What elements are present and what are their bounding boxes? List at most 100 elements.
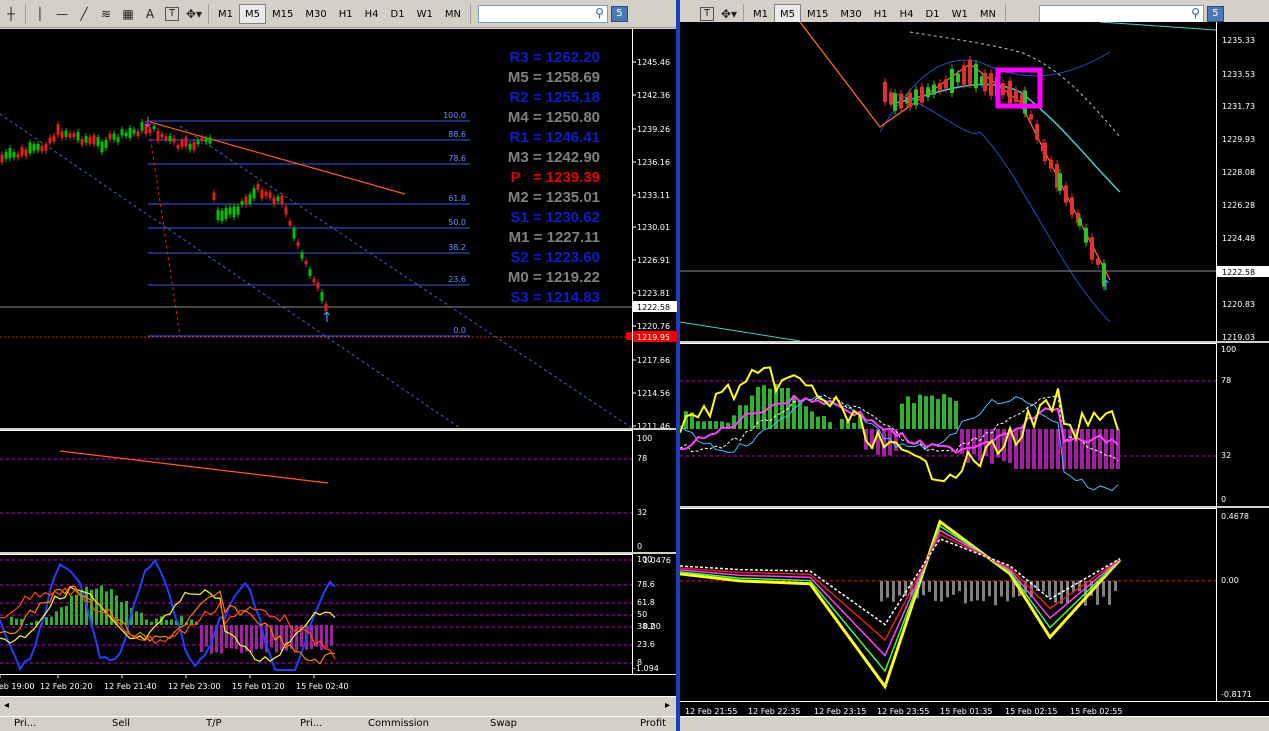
timeframe-m30-button[interactable]: M30 xyxy=(299,4,332,24)
histogram-bar xyxy=(942,394,946,429)
candle-body xyxy=(28,142,32,154)
label-tool-icon[interactable]: T xyxy=(165,6,179,21)
timeframe-mn-button[interactable]: MN xyxy=(439,4,467,24)
osc2-line xyxy=(0,585,336,665)
teal-line xyxy=(680,321,801,341)
osc-tick-label: 32 xyxy=(637,508,647,517)
vertical-line-icon[interactable]: │ xyxy=(29,4,51,24)
arrows-dropdown-icon[interactable]: ✥▾ xyxy=(718,4,740,24)
osc2-series-line xyxy=(680,519,1122,690)
right-oscillator-2[interactable] xyxy=(680,508,1216,701)
candle-body xyxy=(932,84,936,95)
text-tool-icon[interactable]: A xyxy=(139,4,161,24)
candle-body xyxy=(240,201,244,205)
candle-body xyxy=(1023,90,1027,114)
candle-body xyxy=(280,195,284,205)
candle-body xyxy=(1001,83,1005,96)
histogram-bar xyxy=(1066,580,1069,603)
label-tool-icon[interactable]: T xyxy=(700,6,714,21)
timeframe-m5-button[interactable]: M5 xyxy=(774,3,801,24)
histogram-bar xyxy=(750,395,754,429)
candle-body xyxy=(16,153,20,158)
timeframe-h4-button[interactable]: H4 xyxy=(359,4,385,24)
timeframe-d1-button[interactable]: D1 xyxy=(920,4,946,24)
timeframe-w1-button[interactable]: W1 xyxy=(946,4,974,24)
histogram-bar xyxy=(1044,429,1048,469)
candle-body xyxy=(983,72,987,92)
right-oscillator-1[interactable] xyxy=(680,343,1216,506)
osc2-tick-label: 0.00 xyxy=(1221,576,1239,585)
scroll-right-icon[interactable]: ▸ xyxy=(665,700,670,711)
fibonacci-icon[interactable]: ≋ xyxy=(95,4,117,24)
histogram-bar xyxy=(780,388,784,429)
trendline-icon[interactable]: ╱ xyxy=(73,4,95,24)
sell-arrow-icon: ↓ xyxy=(142,115,154,131)
price-tick-label: 1235.33 xyxy=(1222,36,1255,45)
candle-body xyxy=(156,131,160,141)
arrows-dropdown-icon[interactable]: ✥▾ xyxy=(183,4,205,24)
notification-badge[interactable]: 5 xyxy=(610,5,628,22)
time-tick-label: 12 Feb 23:00 xyxy=(168,682,220,691)
timeframe-m15-button[interactable]: M15 xyxy=(266,4,299,24)
candle-body xyxy=(236,206,240,215)
candle-body xyxy=(64,130,68,137)
histogram-bar xyxy=(135,611,138,625)
horizontal-line-icon[interactable]: — xyxy=(51,4,73,24)
histogram-bar xyxy=(934,580,937,601)
candle-body xyxy=(60,131,64,139)
timeframe-h1-button[interactable]: H1 xyxy=(868,4,894,24)
left-price-axis: 1245.46 1242.36 1239.26 1236.16 1233.11 1230.… xyxy=(632,29,677,431)
toolbar-separator xyxy=(208,3,209,24)
candle-body xyxy=(216,209,220,221)
scroll-left-icon[interactable]: ◂ xyxy=(4,700,9,711)
lower-band xyxy=(889,91,1111,323)
timeframe-d1-button[interactable]: D1 xyxy=(385,4,411,24)
left-price-chart[interactable]: 100.0 88.6 78.6 61.8 50.0 38.2 23.6 0.0 ↓ ↑ R3 = … xyxy=(0,29,632,428)
histogram-bar xyxy=(1086,429,1090,469)
right-time-axis: 12 Feb 21:55 12 Feb 22:35 12 Feb 23:15 12 F… xyxy=(680,701,1269,716)
buy-arrow-icon: ↑ xyxy=(1100,278,1112,294)
histogram-bar xyxy=(330,625,333,647)
left-oscillator-2[interactable] xyxy=(0,554,632,674)
time-tick-label: 12 Feb 19:00 xyxy=(0,682,34,691)
left-scrollbar[interactable]: ◂ ▸ xyxy=(0,696,676,716)
timeframe-h4-button[interactable]: H4 xyxy=(894,4,920,24)
histogram-bar xyxy=(1042,580,1045,592)
timeframe-m15-button[interactable]: M15 xyxy=(801,4,834,24)
current-price-label: 1222.58 xyxy=(637,303,670,312)
search-icon: ⚲ xyxy=(1191,5,1200,20)
histogram-bar xyxy=(255,625,258,650)
candle-body xyxy=(908,92,912,108)
timeframe-h1-button[interactable]: H1 xyxy=(333,4,359,24)
pivot-level-label: M5 = 1258.69 xyxy=(507,69,600,86)
crosshair-icon[interactable]: ┼ xyxy=(0,4,22,24)
left-oscillator-1[interactable] xyxy=(0,430,632,552)
pivot-level-label: R2 = 1255.18 xyxy=(509,89,601,106)
buy-arrow-icon: ↑ xyxy=(321,310,333,326)
histogram-bar xyxy=(170,619,173,625)
timeframe-m1-button[interactable]: M1 xyxy=(747,4,774,24)
notification-badge[interactable]: 5 xyxy=(1206,5,1224,22)
candle-body xyxy=(180,140,184,147)
timeframe-mn-button[interactable]: MN xyxy=(974,4,1002,24)
candle-body xyxy=(204,138,208,142)
search-input[interactable]: ⚲ xyxy=(1038,4,1204,23)
candle-body xyxy=(120,129,124,136)
candle-body xyxy=(184,137,188,147)
price-tick-label: 1214.56 xyxy=(637,389,670,398)
timeframe-m30-button[interactable]: M30 xyxy=(834,4,867,24)
candle-body xyxy=(248,194,252,204)
grid-icon[interactable]: ▦ xyxy=(117,4,139,24)
right-price-chart[interactable]: ↑ xyxy=(680,22,1216,341)
histogram-bar xyxy=(65,605,68,625)
histogram-bar xyxy=(936,399,940,429)
candle-body xyxy=(268,192,272,198)
time-tick-label: 12 Feb 21:40 xyxy=(104,682,156,691)
left-osc2-axis: 100 78.6 61.8 50 38.2 23.6 8 1.0476 0.00 -1.094 xyxy=(632,554,676,674)
timeframe-m1-button[interactable]: M1 xyxy=(212,4,239,24)
histogram-bar xyxy=(1014,429,1018,469)
search-input[interactable]: ⚲ xyxy=(477,4,608,23)
timeframe-w1-button[interactable]: W1 xyxy=(411,4,439,24)
timeframe-m5-button[interactable]: M5 xyxy=(239,3,266,24)
histogram-bar xyxy=(994,580,997,606)
